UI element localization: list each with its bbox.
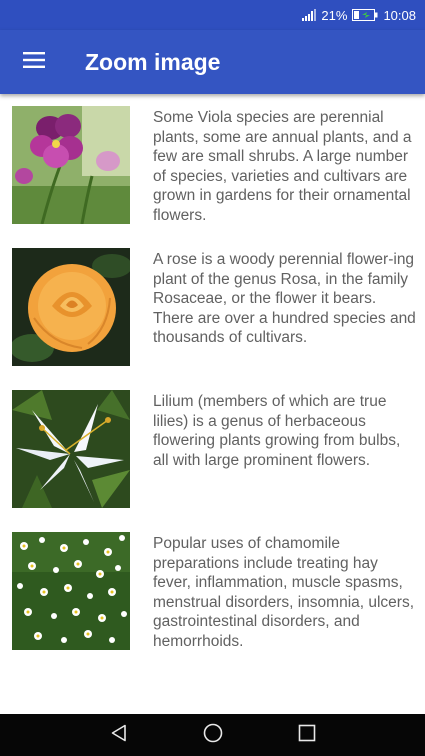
rose-flower-image[interactable] — [12, 248, 130, 366]
clock: 10:08 — [383, 7, 416, 23]
home-icon — [203, 723, 223, 748]
back-icon — [110, 724, 128, 747]
page-title: Zoom image — [85, 48, 221, 75]
battery-icon — [352, 9, 378, 21]
hamburger-menu-icon — [23, 51, 45, 73]
app-bar: Zoom image — [0, 30, 425, 94]
signal-icon — [302, 9, 317, 21]
lily-flower-image[interactable] — [12, 390, 130, 508]
item-description: Some Viola species are perennial plants,… — [153, 109, 412, 224]
battery-percent: 21% — [321, 7, 348, 23]
chamomile-flower-image[interactable] — [12, 532, 130, 650]
back-button[interactable] — [72, 714, 166, 756]
list-item[interactable]: Popular uses of chamomile preparations i… — [0, 520, 425, 650]
recents-icon — [298, 724, 316, 747]
home-button[interactable] — [166, 714, 260, 756]
item-description: Popular uses of chamomile preparations i… — [153, 535, 415, 650]
list-item[interactable]: Some Viola species are perennial plants,… — [0, 94, 425, 224]
item-description: Lilium (members of which are true lilies… — [153, 393, 401, 469]
item-description: A rose is a woody perennial flower-ing p… — [153, 251, 416, 347]
recents-button[interactable] — [260, 714, 354, 756]
status-bar: 21% 10:08 — [0, 0, 425, 30]
viola-flower-image[interactable] — [12, 106, 130, 224]
list-item[interactable]: Lilium (members of which are true lilies… — [0, 378, 425, 508]
menu-button[interactable] — [0, 30, 68, 94]
list-item[interactable]: A rose is a woody perennial flower-ing p… — [0, 236, 425, 366]
navigation-bar — [0, 714, 425, 756]
